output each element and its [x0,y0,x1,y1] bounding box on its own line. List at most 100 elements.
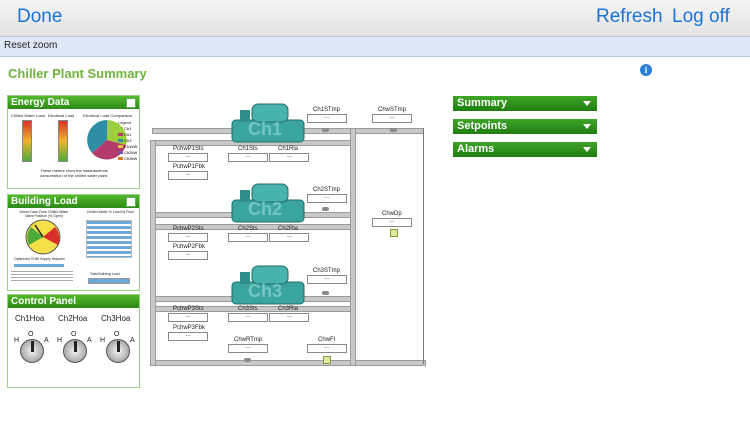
right-header-pipe [350,128,356,366]
setpoints-panel-title: Setpoints [457,120,508,132]
ch2stmp-label: Ch2STmp [313,187,341,193]
log-off-button[interactable]: Log off [672,6,730,28]
ch3rla-label: Ch3Rla [278,306,299,312]
control-panel-header: Control Panel [8,295,139,308]
switch-h-label: H [57,337,63,344]
floor-load-bars [86,220,132,258]
legend: Ch1 Ch2 Ch3 Ch1kW Ch2kW Ch3kW [118,126,137,162]
temp-sensor-icon [322,291,329,295]
chevron-down-icon[interactable] [583,147,591,152]
reset-zoom-button[interactable]: Reset zoom [4,40,57,51]
switch-a-label: A [130,337,135,344]
pchwp1sts-value: --- [168,153,208,162]
ch1stmp-value: --- [307,114,347,123]
chiller-label: Ch3 [248,281,283,301]
ch1rla-label: Ch1Rla [278,146,299,152]
hoa-dial-icon[interactable] [20,339,44,363]
chevron-down-icon[interactable] [583,124,591,129]
done-button[interactable]: Done [17,6,62,28]
building-load-panel[interactable]: Building Load Worst Case Zone Chilled Wa… [7,194,140,291]
pchwp2fbk-label: PchwP2Fbk [173,244,206,250]
ch1rla-value: --- [269,153,309,162]
switch-h-label: H [100,337,106,344]
temp-sensor-icon [390,128,397,132]
pchwp3fbk-label: PchwP3Fbk [173,325,206,331]
ch3sts-label: Ch3Sts [238,306,258,312]
setpoint-label: Optimized CHW Supply Setpoint [14,257,65,261]
refresh-button[interactable]: Refresh [596,6,663,28]
legend-title: Legend [118,120,132,125]
energy-footer-text: These meters show the instantaneous cons… [39,168,109,178]
pchwp1sts-label: PchwP1Sts [173,146,204,152]
ch1sts-label: Ch1Sts [238,146,258,152]
chiller-2[interactable]: Ch2 [228,180,308,224]
chwrtmp-value: --- [228,344,268,353]
energy-data-panel[interactable]: Energy Data Chilled Water Load Electrica… [7,95,140,189]
chevron-down-icon[interactable] [583,101,591,106]
switch-label: Ch2Hoa [58,314,88,323]
page-title: Chiller Plant Summary [8,66,147,81]
chiller-3[interactable]: Ch3 [228,262,308,306]
total-building-load-bar [88,278,130,284]
pchwp3fbk-value: --- [168,332,208,341]
total-building-load-label: Total Building Load [90,272,120,276]
chwstmp-value: --- [372,114,412,123]
notes-text-block [11,271,73,283]
electrical-load-thermometer [58,120,68,162]
chwfl-value: --- [307,344,347,353]
expand-icon[interactable] [126,98,136,108]
ch1stmp-label: Ch1STmp [313,107,341,113]
chwdp-value: --- [372,218,412,227]
pchwp2sts-value: --- [168,233,208,242]
bypass-line [423,128,424,364]
setpoints-panel-header[interactable]: Setpoints [453,119,597,134]
pchwp1fbk-label: PchwP1Fbk [173,164,206,170]
alarms-panel-header[interactable]: Alarms [453,142,597,157]
building-load-header: Building Load [8,195,139,208]
chiller-label: Ch1 [248,119,283,139]
pchwp1fbk-value: --- [168,171,208,180]
switch-a-label: A [87,337,92,344]
common-return-pipe [152,360,426,366]
electrical-load-comparison-title: Electrical Load Comparison [83,113,132,118]
ch3sts-value: --- [228,313,268,322]
switch-o-label: O [28,331,34,338]
hoa-dial-icon[interactable] [63,339,87,363]
zoom-toolbar: Reset zoom [0,37,750,57]
chiller-1[interactable]: Ch1 [228,100,308,144]
hoa-dial-icon[interactable] [106,339,130,363]
switch-label: Ch3Hoa [101,314,131,323]
summary-panel-title: Summary [457,97,508,109]
temp-sensor-icon [244,358,251,362]
chiller-label: Ch2 [248,199,283,219]
switch-h-label: H [14,337,20,344]
building-load-title: Building Load [11,196,78,207]
summary-panel-header[interactable]: Summary [453,96,597,111]
legend-item: Ch3kW [118,156,137,162]
chwdp-label: ChwDp [382,211,402,217]
ch2sts-label: Ch2Sts [238,226,258,232]
ch2rla-value: --- [269,233,309,242]
chwstmp-label: ChwSTmp [378,107,407,113]
energy-data-title: Energy Data [11,97,70,108]
valve-gauge-title: Worst Case Zone Chilled Water Valve Posi… [19,210,69,218]
ch2sts-value: --- [228,233,268,242]
chwfl-label: ChwFl [318,337,336,343]
control-panel[interactable]: Control Panel Ch1Hoa O H A Ch2Hoa O H A … [7,294,140,388]
pchwp2fbk-value: --- [168,251,208,260]
energy-data-header: Energy Data [8,96,139,109]
ch2stmp-value: --- [307,194,347,203]
alarms-panel-title: Alarms [457,143,495,155]
pchwp3sts-value: --- [168,313,208,322]
ch3stmp-value: --- [307,275,347,284]
valve-position-gauge [25,219,61,255]
temp-sensor-icon [322,128,329,132]
expand-icon[interactable] [126,197,136,207]
pchwp3sts-label: PchwP3Sts [173,306,204,312]
ch2rla-label: Ch2Rla [278,226,299,232]
pchwp2sts-label: PchwP2Sts [173,226,204,232]
floor-load-title: Chilled Water % Load by Floor [86,210,135,214]
info-icon[interactable]: i [640,64,652,76]
left-header-pipe [150,140,156,366]
switch-o-label: O [71,331,77,338]
